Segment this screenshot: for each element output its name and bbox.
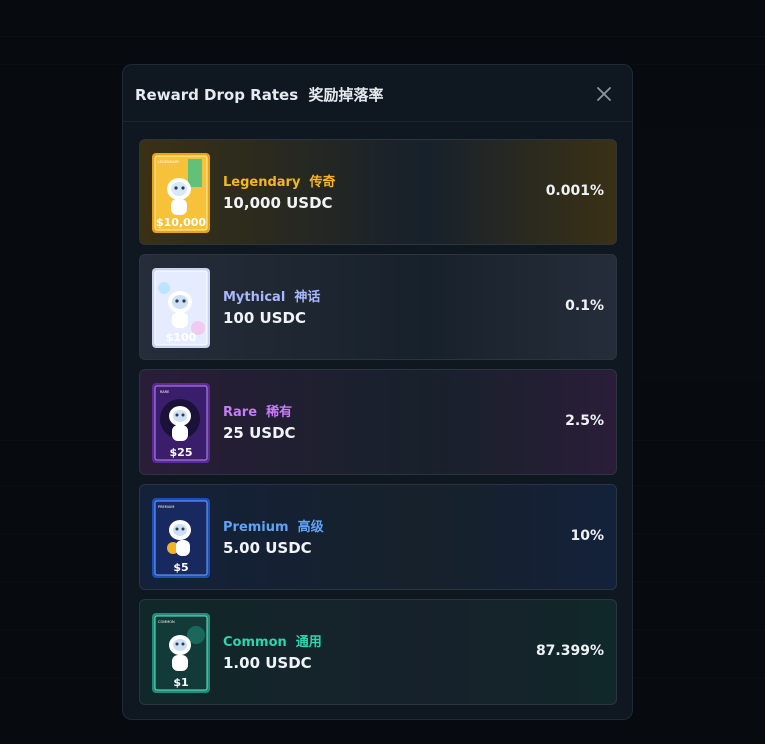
modal-header: Reward Drop Rates 奖励掉落率: [123, 65, 632, 122]
tier-row-common: $1 COMMON Common 通用 1.00 USDC 87.399%: [139, 599, 617, 705]
tier-row-mythical: $100 Mythical 神话 100 USDC 0.1%: [139, 254, 617, 360]
svg-text:LEGENDARY: LEGENDARY: [158, 160, 180, 164]
tier-amount: 25 USDC: [223, 424, 296, 442]
tier-list: $10,000 LEGENDARY Legendary 传奇 10,000 US…: [139, 139, 617, 714]
legendary-card-image: $10,000 LEGENDARY: [152, 153, 210, 233]
svg-text:$25: $25: [170, 446, 193, 459]
rare-card-image: $25 RARE: [152, 383, 210, 463]
tier-row-legendary: $10,000 LEGENDARY Legendary 传奇 10,000 US…: [139, 139, 617, 245]
tier-drop-rate: 2.5%: [565, 413, 604, 429]
tier-drop-rate: 0.1%: [565, 298, 604, 314]
svg-text:RARE: RARE: [160, 390, 169, 394]
tier-drop-rate: 87.399%: [535, 643, 604, 659]
svg-text:$1: $1: [173, 676, 188, 689]
svg-text:PREMIUM: PREMIUM: [158, 505, 174, 509]
reward-drop-rates-modal: Reward Drop Rates 奖励掉落率 $10,000 LEGENDAR…: [122, 64, 633, 720]
tier-name: Premium 高级: [223, 520, 324, 535]
modal-title: Reward Drop Rates 奖励掉落率: [135, 86, 384, 104]
tier-name: Legendary 传奇: [223, 175, 336, 190]
tier-row-premium: $5 PREMIUM Premium 高级 5.00 USDC 10%: [139, 484, 617, 590]
close-icon: [597, 87, 611, 101]
common-card-image: $1 COMMON: [152, 613, 210, 693]
tier-amount: 5.00 USDC: [223, 539, 312, 557]
tier-drop-rate: 0.001%: [545, 183, 604, 199]
tier-name: Mythical 神话: [223, 290, 321, 305]
premium-card-image: $5 PREMIUM: [152, 498, 210, 578]
svg-text:$100: $100: [166, 331, 197, 344]
close-button[interactable]: [592, 82, 616, 106]
tier-amount: 100 USDC: [223, 309, 306, 327]
svg-text:$10,000: $10,000: [156, 216, 206, 229]
tier-name: Rare 稀有: [223, 405, 293, 420]
svg-text:COMMON: COMMON: [158, 620, 175, 624]
tier-amount: 10,000 USDC: [223, 194, 333, 212]
tier-drop-rate: 10%: [570, 528, 604, 544]
mythical-card-image: $100: [152, 268, 210, 348]
tier-name: Common 通用: [223, 635, 322, 650]
svg-text:$5: $5: [173, 561, 188, 574]
tier-row-rare: $25 RARE Rare 稀有 25 USDC 2.5%: [139, 369, 617, 475]
tier-amount: 1.00 USDC: [223, 654, 312, 672]
